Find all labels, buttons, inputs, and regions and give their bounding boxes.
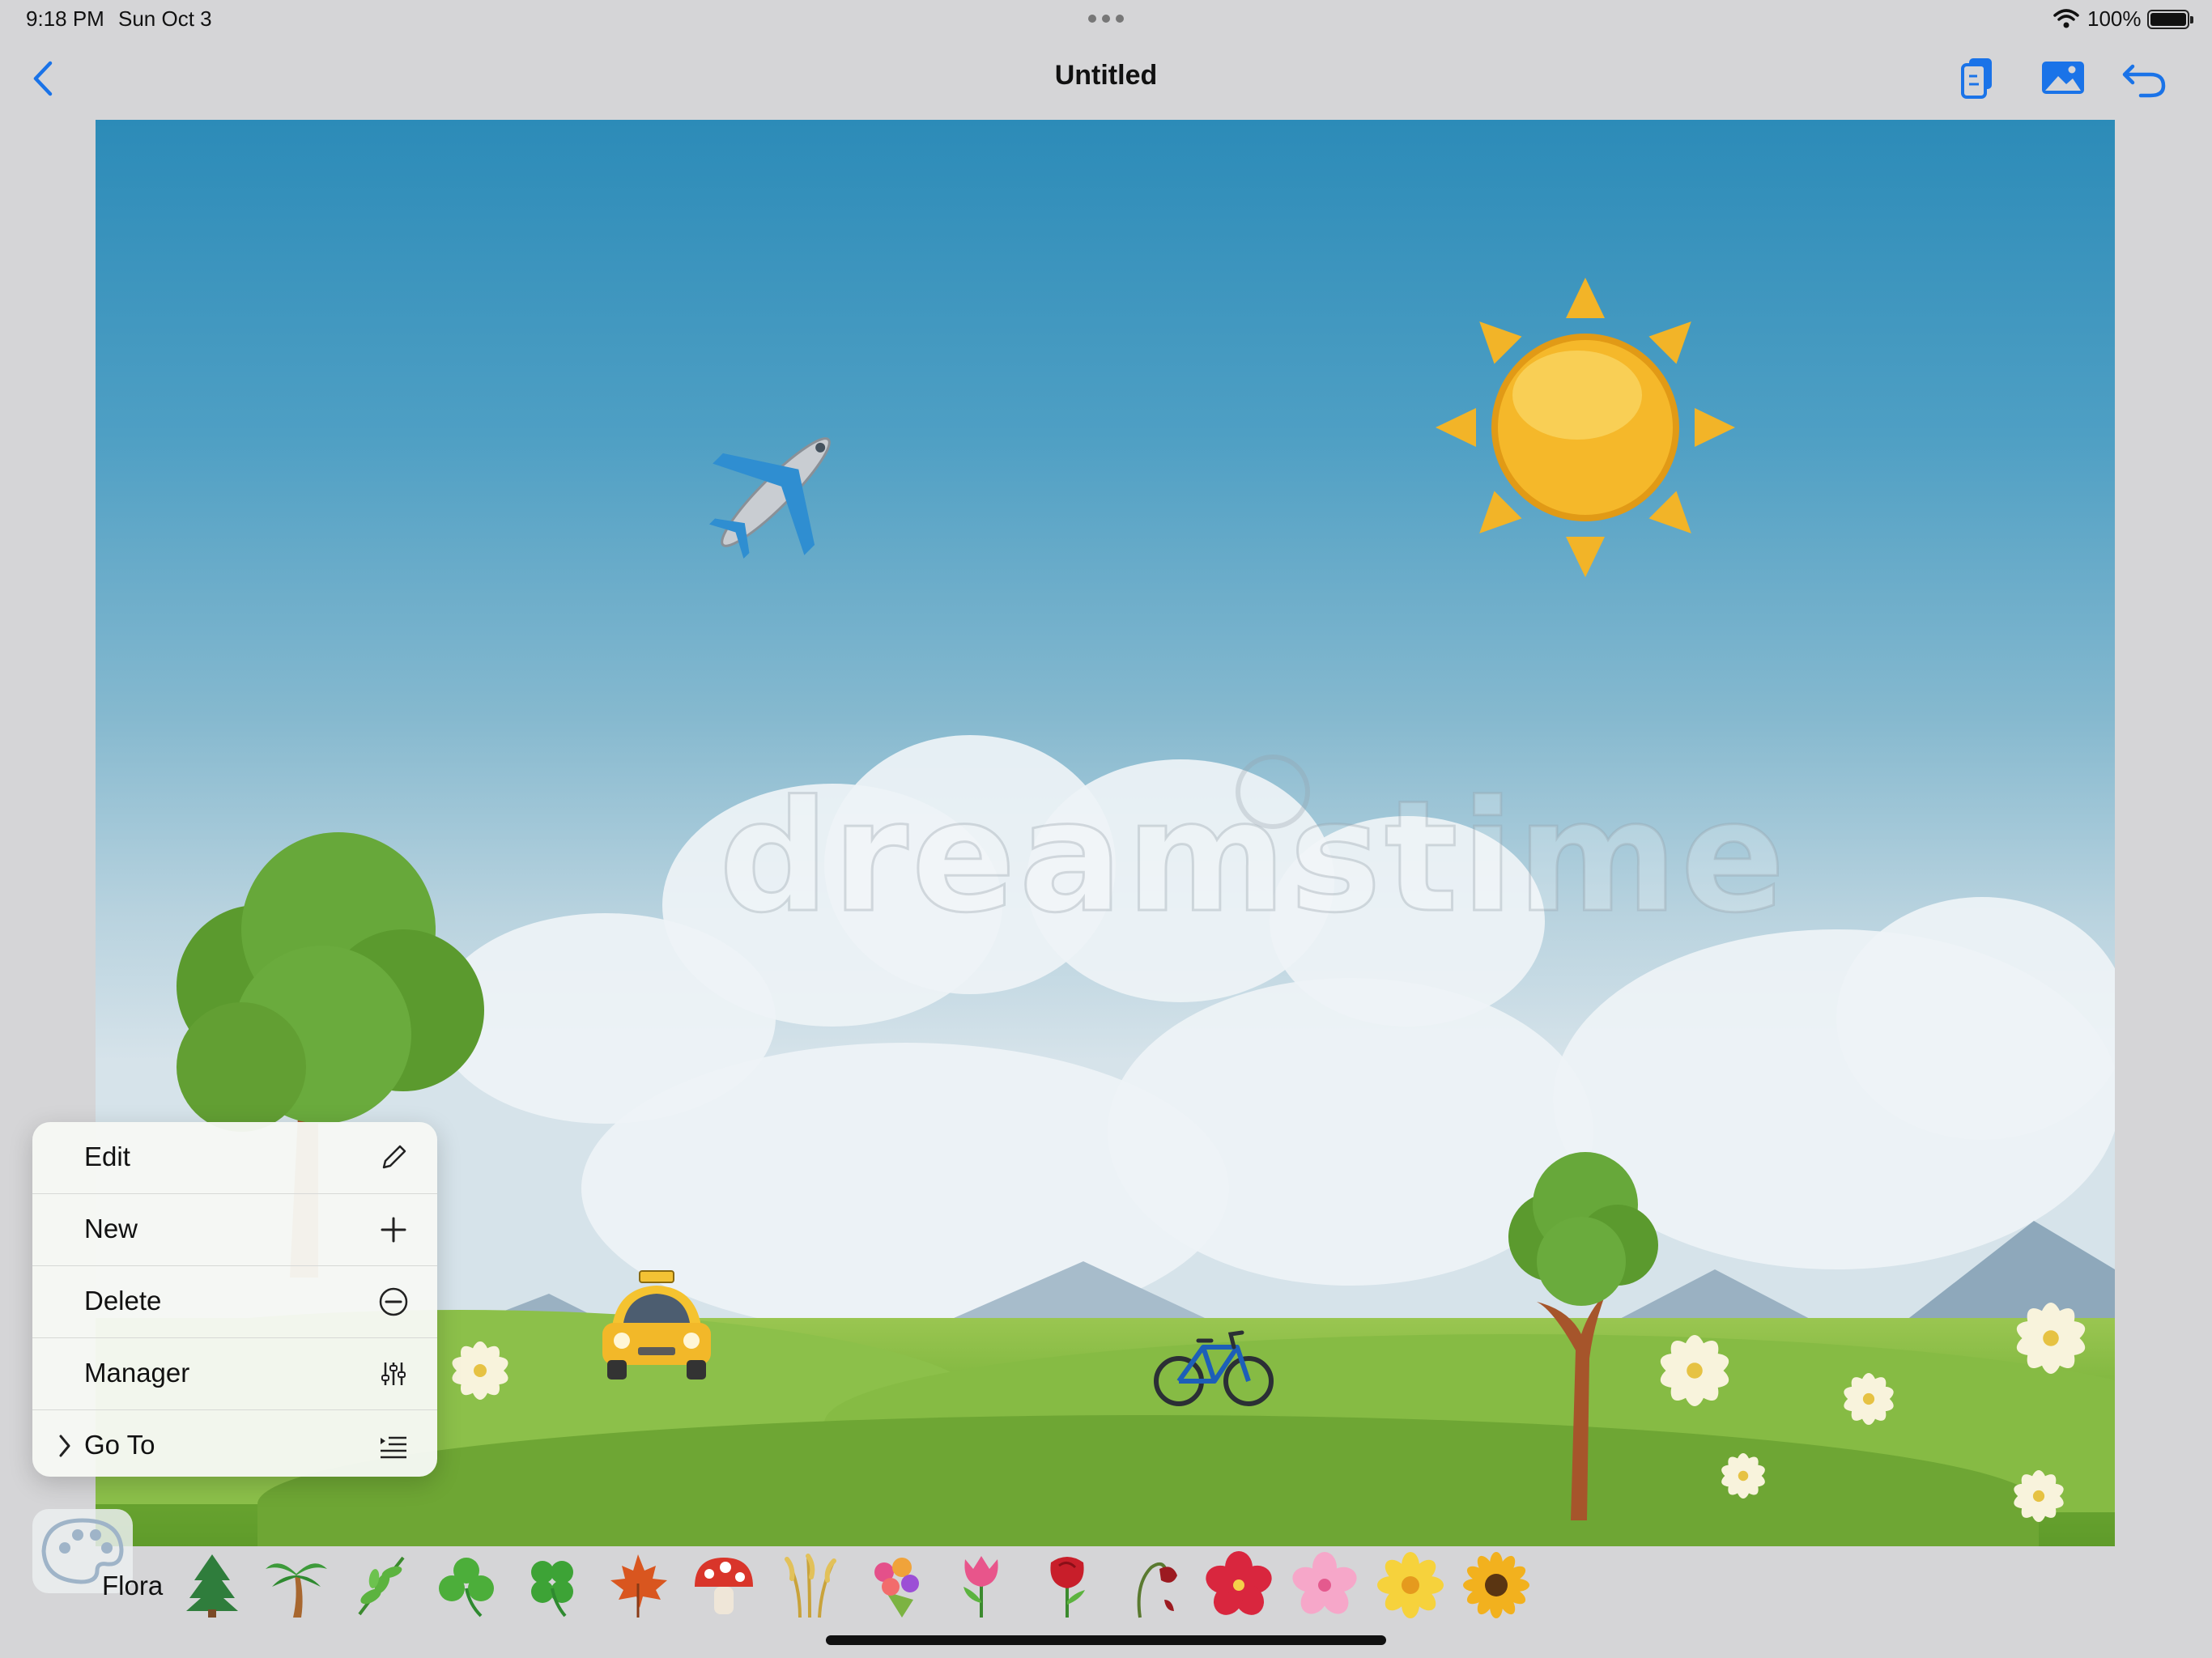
cherry-blossom-icon[interactable] (1291, 1551, 1359, 1619)
category-label[interactable]: Flora (102, 1571, 163, 1601)
menu-item-label: New (84, 1214, 138, 1244)
lily-flower (452, 1341, 508, 1400)
sun-sticker[interactable] (1423, 266, 1747, 589)
menu-item-delete[interactable]: Delete (32, 1266, 437, 1338)
photo-icon[interactable] (2037, 52, 2091, 105)
wilted-flower-icon[interactable] (1119, 1551, 1187, 1619)
blossom-icon[interactable] (1376, 1551, 1444, 1619)
menu-item-edit[interactable]: Edit (32, 1122, 437, 1194)
status-date: Sun Oct 3 (118, 6, 212, 31)
multitask-dots-icon[interactable] (1088, 15, 1124, 24)
menu-item-label: Edit (84, 1141, 130, 1171)
menu-item-new[interactable]: New (32, 1194, 437, 1266)
bouquet-icon[interactable] (861, 1551, 929, 1619)
status-bar: 9:18 PM Sun Oct 3 100% (0, 0, 2212, 40)
cloud (1836, 897, 2115, 1140)
evergreen-tree-icon[interactable] (178, 1551, 246, 1619)
lily-flower (1844, 1373, 1894, 1425)
wifi-icon (2053, 9, 2079, 28)
sunflower-icon[interactable] (1462, 1551, 1530, 1619)
maple-leaf-icon[interactable] (604, 1551, 672, 1619)
lily-flower (2016, 1303, 2086, 1374)
menu-item-go-to[interactable]: Go To (32, 1410, 437, 1477)
taxi-sticker[interactable] (596, 1269, 717, 1383)
hibiscus-icon[interactable] (1205, 1551, 1273, 1619)
battery-percent: 100% (2087, 6, 2142, 31)
sheaf-of-rice-icon[interactable] (776, 1551, 844, 1619)
lily-flower (1721, 1453, 1765, 1499)
tulip-icon[interactable] (947, 1551, 1015, 1619)
pencil-icon (382, 1145, 406, 1169)
battery-icon (2147, 10, 2193, 29)
home-indicator[interactable] (826, 1635, 1386, 1645)
chevron-right-icon (59, 1435, 70, 1457)
lily-flower (1660, 1335, 1729, 1406)
palm-tree-icon[interactable] (262, 1551, 330, 1619)
minus-circle-icon (379, 1287, 408, 1316)
menu-item-label: Delete (84, 1286, 162, 1316)
bicycle-sticker[interactable] (1153, 1323, 1274, 1412)
lily-flower (2014, 1470, 2064, 1522)
mushroom-icon[interactable] (690, 1551, 758, 1619)
menu-item-label: Go To (84, 1430, 155, 1460)
status-time: 9:18 PM (26, 6, 104, 31)
menu-item-manager[interactable]: Manager (32, 1338, 437, 1410)
back-chevron-icon[interactable] (29, 58, 57, 99)
undo-icon[interactable] (2118, 52, 2172, 105)
sliders-icon (381, 1363, 406, 1385)
list-indent-icon (381, 1436, 406, 1459)
small-tree (1508, 1152, 1658, 1520)
context-menu: Edit New Delete Manager Go To (32, 1122, 437, 1477)
airplane-sticker[interactable] (695, 411, 857, 573)
copy-icon[interactable] (1953, 52, 2006, 105)
watermark-text: dreamstime (718, 767, 1789, 948)
document-title: Untitled (1054, 60, 1158, 91)
herb-icon[interactable] (347, 1551, 415, 1619)
shamrock-icon[interactable] (432, 1551, 500, 1619)
rose-icon[interactable] (1033, 1551, 1101, 1619)
four-leaf-clover-icon[interactable] (518, 1551, 586, 1619)
menu-item-label: Manager (84, 1358, 190, 1388)
plus-icon (381, 1217, 406, 1243)
